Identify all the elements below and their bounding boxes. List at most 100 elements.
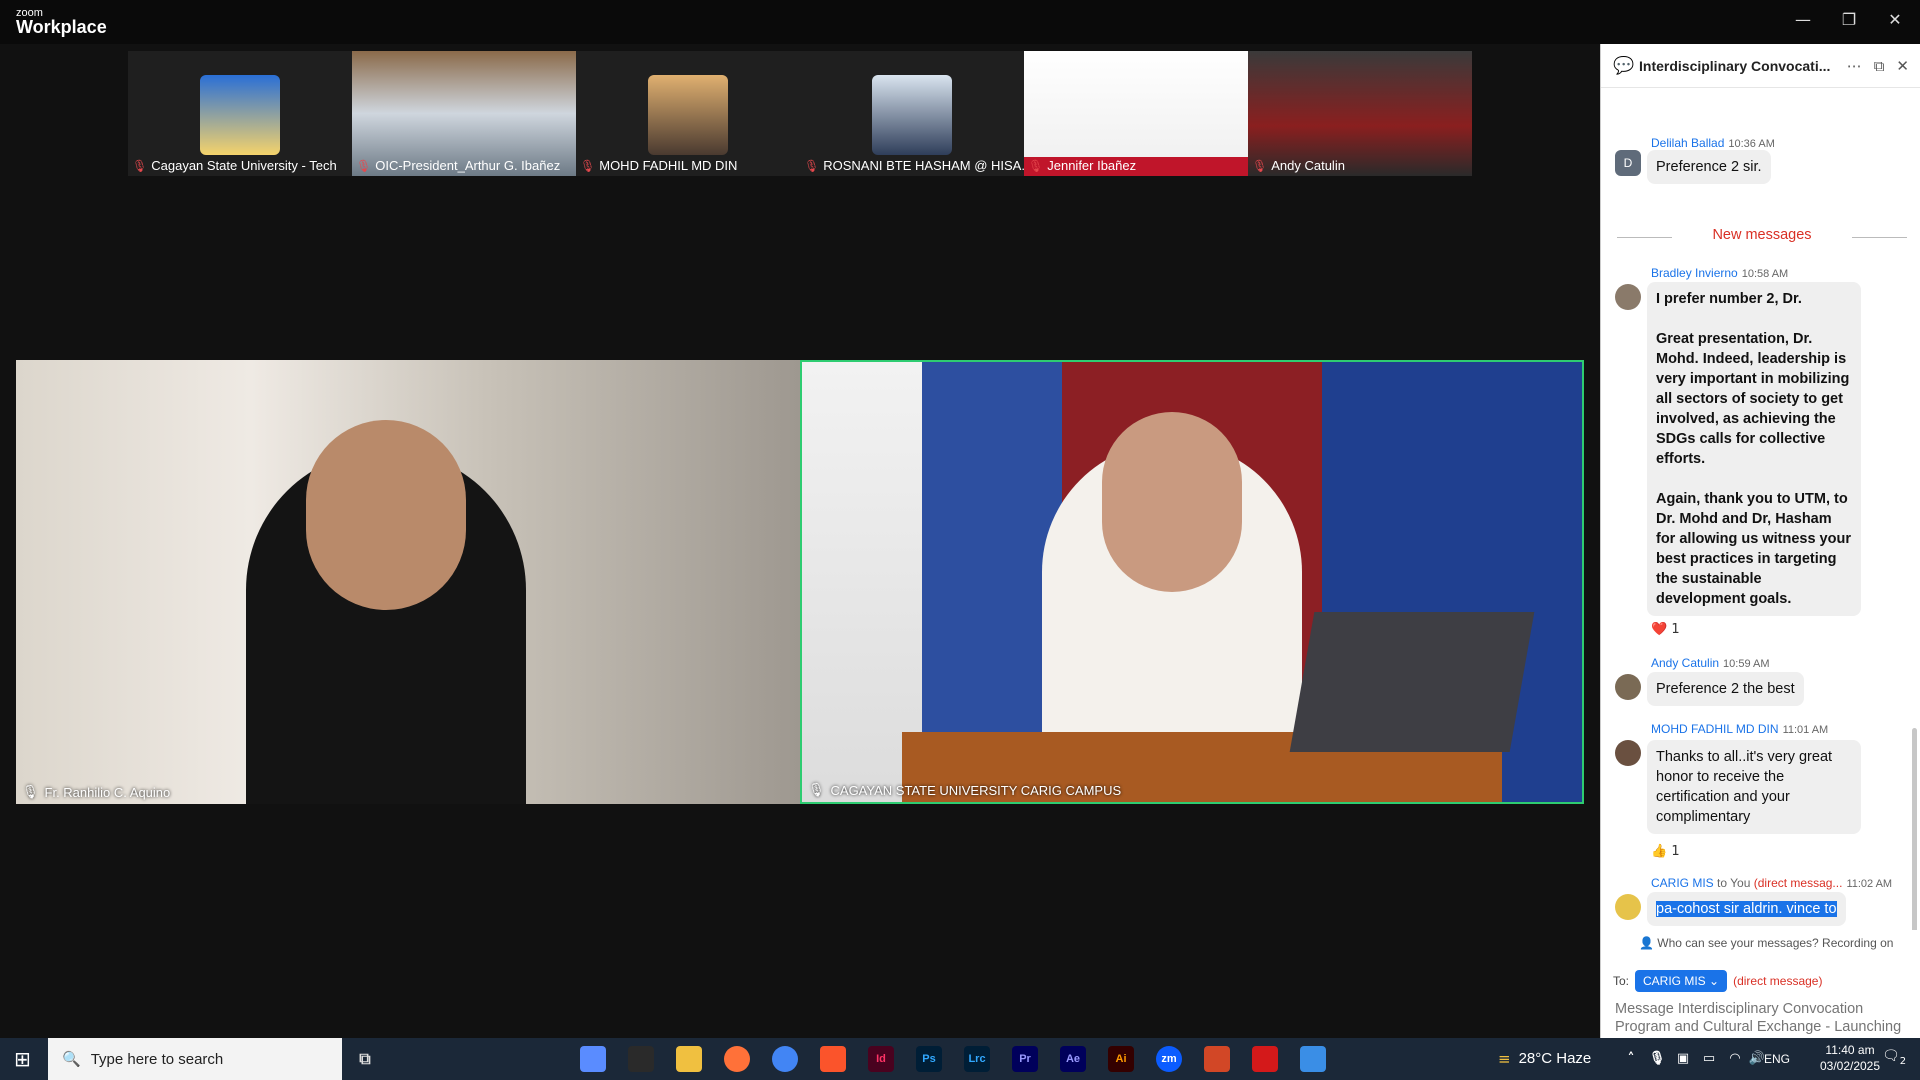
clock-date: 03/02/2025 bbox=[1819, 1059, 1881, 1073]
chat-title: Interdisciplinary Convocati... bbox=[1639, 57, 1831, 74]
battery-icon[interactable]: ▭ bbox=[1696, 1046, 1722, 1072]
task-view-icon[interactable]: ⧉ bbox=[352, 1046, 378, 1072]
file-explorer-icon[interactable] bbox=[676, 1046, 702, 1072]
participant-tile[interactable]: 🎙 Cagayan State University - Tech bbox=[128, 51, 352, 176]
clock-time: 11:40 am bbox=[1825, 1043, 1875, 1057]
illustrator-icon[interactable]: Ai bbox=[1108, 1046, 1134, 1072]
powerpoint-icon[interactable] bbox=[1204, 1046, 1230, 1072]
participant-avatar bbox=[648, 75, 728, 155]
avatar[interactable] bbox=[1615, 674, 1641, 700]
video-tile-left[interactable]: 🎙 Fr. Ranhilio C. Aquino bbox=[16, 360, 800, 804]
sender-name[interactable]: Bradley Invierno bbox=[1651, 266, 1738, 280]
chat-panel: 💬 Interdisciplinary Convocati... ⋯ ⧉ ✕ D… bbox=[1600, 44, 1920, 1072]
close-chat-icon[interactable]: ✕ bbox=[1896, 57, 1909, 75]
app-icon[interactable] bbox=[628, 1046, 654, 1072]
direct-message-label: (direct message) bbox=[1733, 974, 1823, 988]
message-time: 10:58 AM bbox=[1741, 268, 1789, 280]
video-participant-name: Fr. Ranhilio C. Aquino bbox=[44, 785, 171, 800]
participant-tile[interactable]: 🎙 MOHD FADHIL MD DIN bbox=[576, 51, 800, 176]
participant-tile[interactable]: 🎙 Andy Catulin bbox=[1248, 51, 1472, 176]
direct-message-tag: (direct messag... bbox=[1753, 876, 1843, 890]
speaker-face bbox=[1102, 412, 1242, 592]
clock[interactable]: 11:40 am 03/02/2025 bbox=[1815, 1042, 1885, 1074]
mic-icon: 🎙 bbox=[22, 785, 39, 800]
participant-name: Andy Catulin bbox=[1271, 158, 1345, 173]
participant-tile[interactable]: 🎙 Jennifer Ibañez bbox=[1024, 51, 1248, 176]
taskbar: ⊞ 🔍 Type here to search ⧉ Id Ps Lrc Pr A… bbox=[0, 1038, 1920, 1080]
search-icon: 🔍 bbox=[62, 1050, 81, 1068]
sender-name[interactable]: Delilah Ballad bbox=[1651, 136, 1724, 150]
message-paragraph: Great presentation, Dr. Mohd. Indeed, le… bbox=[1656, 331, 1850, 467]
participant-strip: 🎙 Cagayan State University - Tech 🎙 OIC-Pr… bbox=[128, 51, 1646, 176]
chat-scrollbar[interactable] bbox=[1912, 728, 1917, 930]
brave-icon[interactable] bbox=[820, 1046, 846, 1072]
chat-message-list[interactable]: Delilah Ballad 10:36 AM D Preference 2 si… bbox=[1601, 88, 1920, 930]
participant-avatar bbox=[872, 75, 952, 155]
indesign-icon[interactable]: Id bbox=[868, 1046, 894, 1072]
message-bubble: Preference 2 the best bbox=[1647, 672, 1804, 706]
who-can-see-notice[interactable]: 👤 Who can see your messages? Recording o… bbox=[1639, 936, 1893, 950]
chrome-icon[interactable] bbox=[772, 1046, 798, 1072]
copilot-icon[interactable] bbox=[580, 1046, 606, 1072]
message-paragraph: I prefer number 2, Dr. bbox=[1656, 291, 1802, 307]
mic-muted-icon: 🎙 bbox=[356, 158, 372, 173]
message-bubble: I prefer number 2, Dr. Great presentatio… bbox=[1647, 282, 1861, 616]
participant-tile[interactable]: 🎙 ROSNANI BTE HASHAM @ HISA... bbox=[800, 51, 1024, 176]
premiere-icon[interactable]: Pr bbox=[1012, 1046, 1038, 1072]
zoom-icon[interactable]: zm bbox=[1156, 1046, 1182, 1072]
message-bubble: Preference 2 sir. bbox=[1647, 150, 1771, 184]
laptop bbox=[1289, 612, 1535, 752]
avatar[interactable]: D bbox=[1615, 150, 1641, 176]
notification-icon[interactable]: 🗨2 bbox=[1882, 1048, 1906, 1067]
sender-name[interactable]: MOHD FADHIL MD DIN bbox=[1651, 722, 1779, 736]
participant-name: Cagayan State University - Tech bbox=[151, 158, 337, 173]
message-time: 10:59 AM bbox=[1723, 658, 1770, 670]
search-placeholder: Type here to search bbox=[90, 1050, 224, 1068]
microphone-icon[interactable]: 🎙 bbox=[1644, 1046, 1670, 1072]
chat-bubbles-icon: 💬 bbox=[1613, 55, 1635, 76]
participant-tile[interactable]: 🎙 OIC-President_Arthur G. Ibañez bbox=[352, 51, 576, 176]
windows-start-icon[interactable]: ⊞ bbox=[14, 1047, 31, 1071]
close-window-button[interactable]: ✕ bbox=[1880, 8, 1910, 32]
lightroom-classic-icon[interactable]: Lrc bbox=[964, 1046, 990, 1072]
minimize-button[interactable]: — bbox=[1788, 8, 1818, 32]
recipient-row: To: CARIG MIS ⌄ (direct message) bbox=[1613, 970, 1822, 992]
message-bubble: Thanks to all..it's very great honor to … bbox=[1647, 740, 1861, 834]
pop-out-icon[interactable]: ⧉ bbox=[1874, 57, 1885, 75]
sender-name[interactable]: Andy Catulin bbox=[1651, 656, 1719, 670]
new-messages-divider: New messages bbox=[1617, 227, 1907, 247]
message-bubble: pa-cohost sir aldrin. vince to bbox=[1647, 892, 1846, 926]
message-time: 11:01 AM bbox=[1782, 724, 1829, 736]
mic-muted-icon: 🎙 bbox=[1028, 158, 1044, 173]
firefox-icon[interactable] bbox=[724, 1046, 750, 1072]
participant-avatar bbox=[200, 75, 280, 155]
avatar[interactable] bbox=[1615, 894, 1641, 920]
language-indicator[interactable]: ENG bbox=[1764, 1052, 1790, 1066]
title-bar: zoom Workplace — ❐ ✕ bbox=[0, 0, 1920, 44]
heart-reaction[interactable]: ❤️ 1 bbox=[1651, 622, 1680, 637]
after-effects-icon[interactable]: Ae bbox=[1060, 1046, 1086, 1072]
selected-text: pa-cohost sir aldrin. vince to bbox=[1656, 901, 1837, 917]
thumbs-up-reaction[interactable]: 👍 1 bbox=[1651, 844, 1680, 859]
sender-name[interactable]: CARIG MIS bbox=[1651, 876, 1714, 890]
speaker-face bbox=[306, 420, 466, 610]
avatar[interactable] bbox=[1615, 284, 1641, 310]
chevron-down-icon: ⌄ bbox=[1709, 974, 1720, 988]
mic-muted-icon: 🎙 bbox=[804, 158, 820, 173]
photos-icon[interactable] bbox=[1300, 1046, 1326, 1072]
chevron-up-icon[interactable]: ˄ bbox=[1618, 1046, 1644, 1072]
mic-muted-icon: 🎙 bbox=[132, 158, 148, 173]
more-options-icon[interactable]: ⋯ bbox=[1847, 57, 1862, 75]
weather-widget[interactable]: ≡ 28°C Haze bbox=[1498, 1050, 1591, 1068]
weather-haze-icon: ≡ bbox=[1498, 1050, 1511, 1068]
avatar[interactable] bbox=[1615, 740, 1641, 766]
acrobat-icon[interactable] bbox=[1252, 1046, 1278, 1072]
mic-muted-icon: 🎙 bbox=[580, 158, 596, 173]
photoshop-icon[interactable]: Ps bbox=[916, 1046, 942, 1072]
taskbar-search[interactable]: 🔍 Type here to search bbox=[48, 1038, 342, 1080]
camera-icon[interactable]: ▣ bbox=[1670, 1046, 1696, 1072]
video-tile-right-active-speaker[interactable]: 🎙 CAGAYAN STATE UNIVERSITY CARIG CAMPUS bbox=[800, 360, 1584, 804]
app-logo: Workplace bbox=[16, 17, 107, 37]
restore-button[interactable]: ❐ bbox=[1834, 8, 1864, 32]
recipient-dropdown[interactable]: CARIG MIS ⌄ bbox=[1635, 970, 1728, 992]
